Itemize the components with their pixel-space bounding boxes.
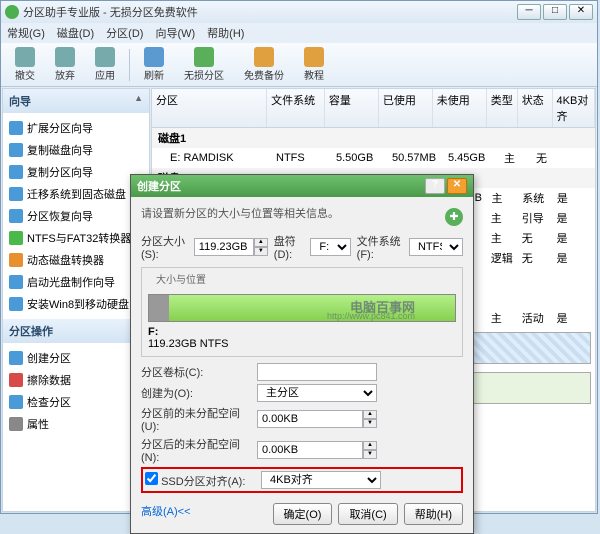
sidebar-item[interactable]: 分区恢复向导 bbox=[5, 205, 147, 227]
op-icon bbox=[9, 395, 23, 409]
sidebar-item[interactable]: 复制分区向导 bbox=[5, 161, 147, 183]
sidebar-item[interactable]: 擦除数据 bbox=[5, 369, 147, 391]
sidebar-item-label: 迁移系统到固态磁盘 bbox=[27, 186, 126, 202]
sidebar-item[interactable]: 启动光盘制作向导 bbox=[5, 271, 147, 293]
menu-help[interactable]: 帮助(H) bbox=[207, 25, 244, 41]
wizard-icon bbox=[9, 297, 23, 311]
sidebar-item-label: NTFS与FAT32转换器 bbox=[27, 230, 131, 246]
wizard-icon bbox=[9, 209, 23, 223]
chevron-up-icon: ▲ bbox=[134, 93, 143, 109]
sidebar-item-label: 启动光盘制作向导 bbox=[27, 274, 115, 290]
ssd-select[interactable]: 4KB对齐 bbox=[261, 471, 381, 489]
ops-panel-header[interactable]: 分区操作▲ bbox=[3, 319, 149, 343]
ok-button[interactable]: 确定(O) bbox=[273, 503, 333, 525]
sidebar-item[interactable]: 扩展分区向导 bbox=[5, 117, 147, 139]
sidebar-item-label: 检查分区 bbox=[27, 394, 71, 410]
sidebar-item-label: 安装Win8到移动硬盘 bbox=[27, 296, 129, 312]
wizard-icon bbox=[9, 253, 23, 267]
sidebar-item-label: 扩展分区向导 bbox=[27, 120, 93, 136]
minimize-button[interactable]: ─ bbox=[517, 4, 541, 20]
drive-select[interactable]: F: bbox=[310, 238, 350, 256]
size-label: 分区大小(S): bbox=[141, 233, 188, 261]
sidebar-item-label: 分区恢复向导 bbox=[27, 208, 93, 224]
sidebar-item-label: 属性 bbox=[27, 416, 49, 432]
sidebar-item[interactable]: NTFS与FAT32转换器 bbox=[5, 227, 147, 249]
create-label: 创建为(O): bbox=[141, 385, 257, 401]
sidebar-item-label: 擦除数据 bbox=[27, 372, 71, 388]
create-partition-dialog: 创建分区 ? ✕ 请设置新分区的大小与位置等相关信息。 ✚ 分区大小(S): ▲… bbox=[130, 174, 474, 534]
plus-icon: ✚ bbox=[445, 208, 463, 226]
app-icon bbox=[5, 5, 19, 19]
apply-button[interactable]: 应用 bbox=[89, 45, 121, 84]
dialog-close-button[interactable]: ✕ bbox=[447, 178, 467, 194]
grid-header: 分区文件系统 容量已使用 未使用类型 状态4KB对齐 bbox=[152, 89, 595, 128]
table-row[interactable]: E: RAMDISKNTFS 5.50GB50.57MB 5.45GB主 无 bbox=[152, 148, 595, 168]
op-icon bbox=[9, 373, 23, 387]
fieldset-legend: 大小与位置 bbox=[152, 271, 210, 286]
advanced-link[interactable]: 高级(A)<< bbox=[141, 503, 191, 525]
sidebar-item-label: 复制磁盘向导 bbox=[27, 142, 93, 158]
sidebar-item[interactable]: 属性 bbox=[5, 413, 147, 435]
sidebar-item-label: 动态磁盘转换器 bbox=[27, 252, 104, 268]
wizard-icon bbox=[9, 187, 23, 201]
wizard-icon bbox=[9, 143, 23, 157]
redo-button[interactable]: 放弃 bbox=[49, 45, 81, 84]
before-input[interactable]: ▲▼ bbox=[257, 410, 377, 428]
guide-panel-header[interactable]: 向导▲ bbox=[3, 89, 149, 113]
sidebar-item[interactable]: 迁移系统到固态磁盘 bbox=[5, 183, 147, 205]
menu-disk[interactable]: 磁盘(D) bbox=[57, 25, 94, 41]
op-icon bbox=[9, 351, 23, 365]
close-button[interactable]: ✕ bbox=[569, 4, 593, 20]
drive-label: 盘符(D): bbox=[274, 233, 305, 261]
sidebar: 向导▲ 扩展分区向导复制磁盘向导复制分区向导迁移系统到固态磁盘分区恢复向导 NTF… bbox=[2, 88, 150, 512]
sidebar-item[interactable]: 安装Win8到移动硬盘 bbox=[5, 293, 147, 315]
dialog-help-button[interactable]: ? bbox=[425, 178, 445, 194]
window-title: 分区助手专业版 - 无损分区免费软件 bbox=[23, 4, 515, 20]
backup-button[interactable]: 免费备份 bbox=[238, 45, 290, 84]
vol-input[interactable] bbox=[257, 363, 377, 381]
after-input[interactable]: ▲▼ bbox=[257, 441, 377, 459]
wizard-icon bbox=[9, 231, 23, 245]
vol-label: 分区卷标(C): bbox=[141, 364, 257, 380]
help-button[interactable]: 帮助(H) bbox=[404, 503, 463, 525]
sidebar-item-label: 创建分区 bbox=[27, 350, 71, 366]
sidebar-item-label: 复制分区向导 bbox=[27, 164, 93, 180]
size-input[interactable]: ▲▼ bbox=[194, 238, 268, 256]
partition-preview[interactable]: 电脑百事网 http://www.pc841.com bbox=[148, 294, 456, 322]
sidebar-item[interactable]: 创建分区 bbox=[5, 347, 147, 369]
create-select[interactable]: 主分区 bbox=[257, 384, 377, 402]
undo-button[interactable]: 撤交 bbox=[9, 45, 41, 84]
fs-label: 文件系统(F): bbox=[357, 233, 403, 261]
sidebar-item[interactable]: 检查分区 bbox=[5, 391, 147, 413]
tutorial-button[interactable]: 教程 bbox=[298, 45, 330, 84]
refresh-button[interactable]: 刷新 bbox=[138, 45, 170, 84]
lossless-button[interactable]: 无损分区 bbox=[178, 45, 230, 84]
menu-general[interactable]: 常规(G) bbox=[7, 25, 45, 41]
sidebar-item[interactable]: 复制磁盘向导 bbox=[5, 139, 147, 161]
before-label: 分区前的未分配空间(U): bbox=[141, 405, 257, 433]
dialog-title: 创建分区 bbox=[137, 178, 181, 194]
after-label: 分区后的未分配空间(N): bbox=[141, 436, 257, 464]
fs-select[interactable]: NTFS bbox=[409, 238, 463, 256]
wizard-icon bbox=[9, 121, 23, 135]
ssd-label: SSD分区对齐(A): bbox=[161, 476, 245, 488]
wizard-icon bbox=[9, 275, 23, 289]
toolbar: 撤交 放弃 应用 刷新 无损分区 免费备份 教程 bbox=[1, 43, 597, 87]
disk1-header[interactable]: 磁盘1 bbox=[152, 128, 595, 148]
watermark-url: http://www.pc841.com bbox=[327, 311, 415, 321]
sidebar-item[interactable]: 动态磁盘转换器 bbox=[5, 249, 147, 271]
dialog-hint: 请设置新分区的大小与位置等相关信息。 bbox=[141, 205, 339, 221]
menu-wizard[interactable]: 向导(W) bbox=[155, 25, 195, 41]
menu-partition[interactable]: 分区(D) bbox=[106, 25, 143, 41]
menubar: 常规(G) 磁盘(D) 分区(D) 向导(W) 帮助(H) bbox=[1, 23, 597, 43]
wizard-icon bbox=[9, 165, 23, 179]
maximize-button[interactable]: □ bbox=[543, 4, 567, 20]
ssd-checkbox[interactable] bbox=[145, 472, 158, 485]
op-icon bbox=[9, 417, 23, 431]
cancel-button[interactable]: 取消(C) bbox=[338, 503, 397, 525]
